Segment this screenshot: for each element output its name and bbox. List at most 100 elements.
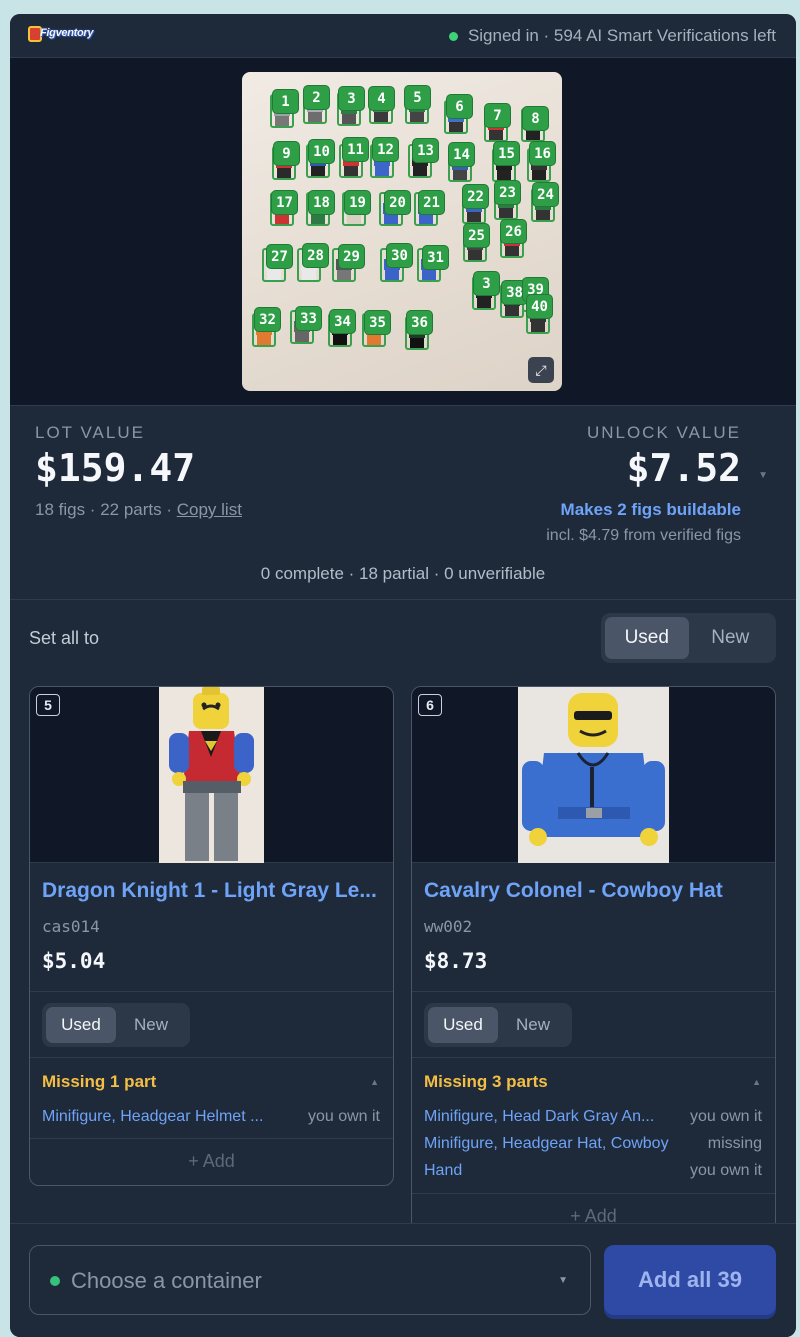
- fig-number-tag[interactable]: 12: [372, 137, 399, 162]
- fig-number-tag[interactable]: 28: [302, 243, 329, 268]
- top-bar: Figventory Signed in · 594 AI Smart Veri…: [10, 14, 796, 58]
- fig-number-tag[interactable]: 27: [266, 244, 293, 269]
- fig-number-tag[interactable]: 36: [406, 310, 433, 335]
- condition-used-option[interactable]: Used: [46, 1007, 116, 1043]
- part-name-link[interactable]: Minifigure, Head Dark Gray An...: [424, 1108, 674, 1126]
- fig-number-tag[interactable]: 16: [529, 141, 556, 166]
- fig-number-tag[interactable]: 3: [473, 271, 500, 296]
- fig-number-tag[interactable]: 4: [368, 86, 395, 111]
- fig-number-tag[interactable]: 1: [272, 89, 299, 114]
- fig-number-tag[interactable]: 7: [484, 103, 511, 128]
- action-footer: Choose a container ▼ Add all 39: [10, 1223, 796, 1337]
- part-name-link[interactable]: Minifigure, Headgear Hat, Cowboy: [424, 1135, 694, 1153]
- divider: [30, 1138, 393, 1139]
- fig-number-tag[interactable]: 2: [303, 85, 330, 110]
- missing-parts-heading[interactable]: Missing 1 part: [42, 1072, 156, 1092]
- container-dot-icon: [50, 1276, 60, 1286]
- container-placeholder: Choose a container: [71, 1268, 262, 1293]
- part-status: you own it: [689, 1108, 762, 1125]
- unlock-value-label: UNLOCK VALUE: [586, 423, 741, 442]
- fig-price: $5.04: [42, 949, 106, 973]
- online-dot-icon: [448, 31, 458, 41]
- fig-number-tag[interactable]: 17: [271, 190, 298, 215]
- fig-number-tag[interactable]: 34: [329, 309, 356, 334]
- fig-number-tag[interactable]: 35: [364, 310, 391, 335]
- fig-number-tag[interactable]: 10: [308, 139, 335, 164]
- container-select[interactable]: Choose a container ▼: [29, 1245, 591, 1315]
- fig-number-tag[interactable]: 19: [344, 190, 371, 215]
- set-all-new-option[interactable]: New: [689, 617, 773, 659]
- set-all-label: Set all to: [29, 628, 100, 648]
- fig-image-area[interactable]: 6: [412, 687, 775, 863]
- fig-number-tag[interactable]: 11: [342, 137, 369, 162]
- lot-meta: 18 figs · 22 parts · Copy list: [35, 500, 242, 520]
- fig-number-tag[interactable]: 9: [273, 141, 300, 166]
- fig-price: $8.73: [424, 949, 488, 973]
- divider: [412, 1193, 775, 1194]
- fig-number-tag[interactable]: 18: [308, 190, 335, 215]
- set-all-used-option[interactable]: Used: [605, 617, 689, 659]
- fig-number-tag[interactable]: 30: [386, 243, 413, 268]
- lot-photo[interactable]: 1 2 3 4 5 6 7 8 9 10 11 12 13 14 15 16 17 18 19 20 21 22 23 24 2…: [242, 72, 562, 391]
- fig-number-tag[interactable]: 3: [338, 86, 365, 111]
- fig-photo-cavalry-colonel: [518, 687, 669, 863]
- fig-name-link[interactable]: Cavalry Colonel - Cowboy Hat: [424, 879, 764, 903]
- fig-number-tag[interactable]: 14: [448, 142, 475, 167]
- fig-number-tag[interactable]: 22: [462, 184, 489, 209]
- fig-condition-toggle: Used New: [424, 1003, 572, 1047]
- account-status: Signed in · 594 AI Smart Verifications l…: [448, 26, 776, 46]
- fig-number-tag[interactable]: 6: [446, 94, 473, 119]
- condition-new-option[interactable]: New: [498, 1007, 568, 1043]
- collapse-caret-icon[interactable]: ▲: [752, 1077, 761, 1087]
- add-part-button[interactable]: + Add: [30, 1151, 393, 1172]
- fig-number-tag[interactable]: 32: [254, 307, 281, 332]
- divider: [30, 991, 393, 992]
- status-text: Signed in · 594 AI Smart Verifications l…: [467, 26, 776, 45]
- fig-number-tag[interactable]: 23: [494, 180, 521, 205]
- fig-number-tag[interactable]: 26: [500, 219, 527, 244]
- fig-number-tag[interactable]: 24: [532, 182, 559, 207]
- fig-number-tag[interactable]: 20: [384, 190, 411, 215]
- completion-counts: 0 complete · 18 partial · 0 unverifiable: [260, 564, 546, 583]
- app-window: Figventory Signed in · 594 AI Smart Veri…: [10, 14, 796, 1337]
- fig-name-link[interactable]: Dragon Knight 1 - Light Gray Le...: [42, 879, 382, 903]
- unlock-expand-caret-icon[interactable]: ▼: [758, 470, 768, 481]
- condition-new-option[interactable]: New: [116, 1007, 186, 1043]
- fig-photo-dragon-knight: [159, 687, 264, 863]
- fig-code: cas014: [42, 917, 100, 936]
- set-all-condition-toggle: Used New: [601, 613, 776, 663]
- fig-number-badge: 6: [418, 694, 442, 716]
- fig-image-area[interactable]: 5: [30, 687, 393, 863]
- part-status: you own it: [689, 1162, 762, 1179]
- divider: [412, 991, 775, 992]
- fig-number-tag[interactable]: 33: [295, 306, 322, 331]
- logo-text: Figventory: [40, 27, 94, 39]
- fig-card: 6 Cavalry Colonel - Cowboy Hat ww002 $8.…: [411, 686, 776, 1246]
- app-logo[interactable]: Figventory: [28, 24, 94, 46]
- lot-value-label: LOT VALUE: [35, 423, 145, 442]
- divider: [412, 1057, 775, 1058]
- fig-number-tag[interactable]: 21: [418, 190, 445, 215]
- fig-number-tag[interactable]: 13: [412, 138, 439, 163]
- part-name-link[interactable]: Hand: [424, 1162, 674, 1180]
- collapse-caret-icon[interactable]: ▲: [370, 1077, 379, 1087]
- fig-number-tag[interactable]: 15: [493, 141, 520, 166]
- fig-number-tag[interactable]: 8: [522, 106, 549, 131]
- chevron-down-icon: ▼: [558, 1275, 568, 1286]
- lot-photo-panel: 1 2 3 4 5 6 7 8 9 10 11 12 13 14 15 16 17 18 19 20 21 22 23 24 2…: [10, 58, 796, 405]
- fig-number-tag[interactable]: 5: [404, 85, 431, 110]
- fig-number-tag[interactable]: 40: [526, 294, 553, 319]
- condition-used-option[interactable]: Used: [428, 1007, 498, 1043]
- part-name-link[interactable]: Minifigure, Headgear Helmet ...: [42, 1108, 292, 1126]
- fig-number-badge: 5: [36, 694, 60, 716]
- fig-number-tag[interactable]: 25: [463, 223, 490, 248]
- expand-icon[interactable]: ⤢: [528, 357, 554, 383]
- copy-list-link[interactable]: Copy list: [177, 500, 242, 519]
- unlock-value: $7.52: [626, 446, 741, 490]
- missing-parts-heading[interactable]: Missing 3 parts: [424, 1072, 548, 1092]
- add-all-button[interactable]: Add all 39: [604, 1245, 776, 1315]
- part-status: you own it: [307, 1108, 380, 1125]
- lot-counts-text: 18 figs · 22 parts ·: [35, 500, 173, 519]
- fig-number-tag[interactable]: 31: [422, 245, 449, 270]
- fig-number-tag[interactable]: 29: [338, 244, 365, 269]
